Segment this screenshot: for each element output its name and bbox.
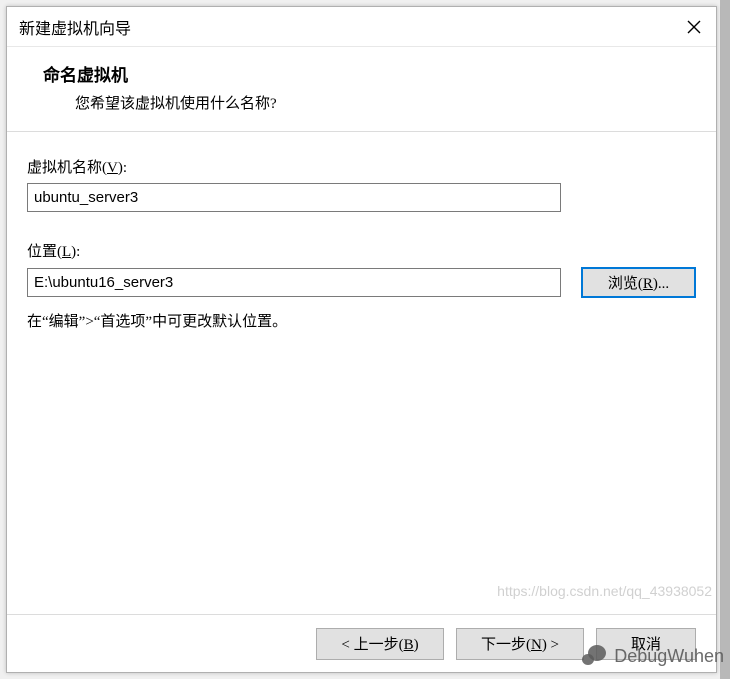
cancel-button[interactable]: 取消	[596, 628, 696, 660]
back-button[interactable]: < 上一步(B)	[316, 628, 444, 660]
outer-frame-edge	[720, 0, 730, 679]
window-title: 新建虚拟机向导	[19, 15, 131, 39]
title-bar: 新建虚拟机向导	[7, 7, 716, 47]
location-input[interactable]	[27, 268, 561, 297]
page-title: 命名虚拟机	[43, 61, 680, 86]
wizard-dialog: 新建虚拟机向导 命名虚拟机 您希望该虚拟机使用什么名称? 虚拟机名称(V): 位…	[6, 6, 717, 673]
close-icon[interactable]	[680, 13, 708, 41]
vm-name-input[interactable]	[27, 183, 561, 212]
page-subtitle: 您希望该虚拟机使用什么名称?	[43, 92, 680, 113]
content-area: 虚拟机名称(V): 位置(L): 浏览(R)... 在“编辑”>“首选项”中可更…	[7, 132, 716, 614]
location-label: 位置(L):	[27, 240, 696, 261]
footer-buttons: < 上一步(B) 下一步(N) > 取消	[7, 614, 716, 672]
next-button[interactable]: 下一步(N) >	[456, 628, 584, 660]
browse-button[interactable]: 浏览(R)...	[581, 267, 696, 298]
wizard-header: 命名虚拟机 您希望该虚拟机使用什么名称?	[7, 47, 716, 132]
default-location-hint: 在“编辑”>“首选项”中可更改默认位置。	[27, 310, 696, 331]
vm-name-label: 虚拟机名称(V):	[27, 156, 696, 177]
